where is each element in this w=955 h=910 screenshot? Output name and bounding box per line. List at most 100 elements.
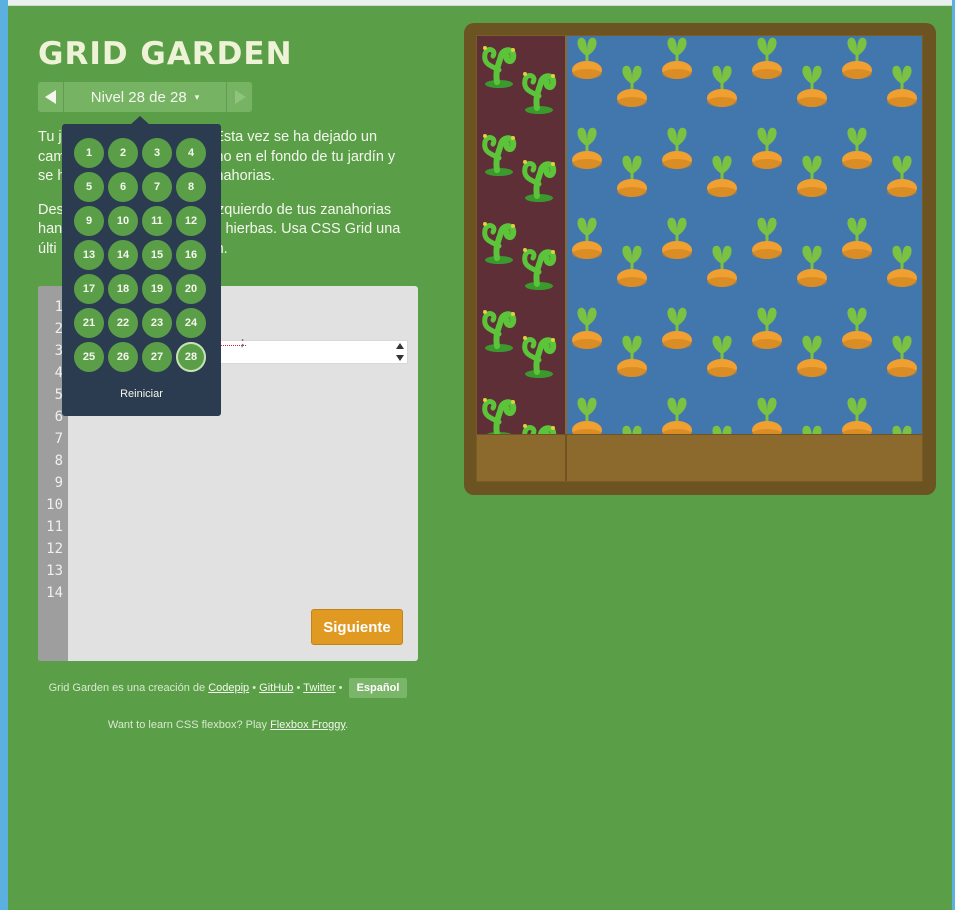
carrot-icon xyxy=(572,127,602,169)
carrot-tile xyxy=(657,216,697,267)
carrot-tile xyxy=(747,126,787,177)
line-number: 10 xyxy=(46,497,63,513)
carrot-tile xyxy=(612,424,652,434)
weeds-area xyxy=(477,36,565,434)
level-button[interactable]: 21 xyxy=(74,308,104,338)
carrot-icon xyxy=(842,397,872,434)
carrot-tile xyxy=(747,396,787,434)
level-button[interactable]: 1 xyxy=(74,138,104,168)
spinner-down-icon[interactable] xyxy=(396,355,404,361)
line-number: 11 xyxy=(46,519,63,535)
level-button[interactable]: 8 xyxy=(176,172,206,202)
weed-icon xyxy=(482,310,517,352)
flexbox-froggy-link[interactable]: Flexbox Froggy xyxy=(270,719,345,731)
carrot-icon xyxy=(842,217,872,259)
carrot-tile xyxy=(567,306,607,357)
language-button[interactable]: Español xyxy=(348,678,408,698)
carrot-tile xyxy=(567,396,607,434)
carrot-icon xyxy=(662,127,692,169)
carrot-icon xyxy=(707,65,737,107)
level-button[interactable]: 25 xyxy=(74,342,104,372)
carrot-icon xyxy=(662,217,692,259)
codepip-link[interactable]: Codepip xyxy=(208,682,249,694)
level-button[interactable]: 11 xyxy=(142,206,172,236)
carrot-tile xyxy=(567,216,607,267)
footer-promo: Want to learn CSS flexbox? Play Flexbox … xyxy=(38,719,418,731)
carrot-icon xyxy=(572,217,602,259)
instruction-text: ho en el fondo de tu jardín y xyxy=(215,148,396,165)
carrot-tile xyxy=(792,424,832,434)
carrot-icon xyxy=(662,397,692,434)
carrot-tile xyxy=(747,36,787,87)
level-button[interactable]: 3 xyxy=(142,138,172,168)
level-button[interactable]: 24 xyxy=(176,308,206,338)
instruction-text: últi xyxy=(38,240,57,257)
level-button[interactable]: 19 xyxy=(142,274,172,304)
weed-icon xyxy=(522,424,557,434)
level-button[interactable]: 26 xyxy=(108,342,138,372)
level-button[interactable]: 4 xyxy=(176,138,206,168)
twitter-link[interactable]: Twitter xyxy=(303,682,335,694)
carrot-tile xyxy=(747,216,787,267)
weed-tile xyxy=(477,212,521,269)
level-button[interactable]: 17 xyxy=(74,274,104,304)
level-button[interactable]: 16 xyxy=(176,240,206,270)
level-button[interactable]: 6 xyxy=(108,172,138,202)
soil-divider xyxy=(565,435,567,481)
weed-icon xyxy=(482,46,517,88)
footer-separator: • xyxy=(252,682,257,694)
carrot-tile xyxy=(612,154,652,205)
level-button[interactable]: 28 xyxy=(176,342,206,372)
reset-button[interactable]: Reiniciar xyxy=(62,388,221,400)
carrot-tile xyxy=(567,126,607,177)
carrot-icon xyxy=(797,335,827,377)
carrot-icon xyxy=(622,425,642,434)
weed-tile xyxy=(477,124,521,181)
weed-icon xyxy=(522,160,557,202)
weed-tile xyxy=(517,238,561,295)
footer-text: Grid Garden es una creación de xyxy=(48,682,206,694)
level-dropdown-menu: 1 2 3 4 5 6 7 8 9 10 11 12 13 14 15 16 17 18 19 20 21 22 23 24 2… xyxy=(62,116,221,416)
previous-level-button[interactable] xyxy=(38,82,64,112)
carrot-tile xyxy=(567,36,607,87)
level-button[interactable]: 14 xyxy=(108,240,138,270)
carrot-icon xyxy=(707,245,737,287)
weed-icon xyxy=(522,248,557,290)
input-spinner[interactable] xyxy=(396,343,404,361)
level-button[interactable]: 5 xyxy=(74,172,104,202)
level-button[interactable]: 23 xyxy=(142,308,172,338)
spinner-up-icon[interactable] xyxy=(396,343,404,349)
level-button[interactable]: 22 xyxy=(108,308,138,338)
next-level-button[interactable] xyxy=(226,82,252,112)
level-button[interactable]: 18 xyxy=(108,274,138,304)
line-number: 7 xyxy=(54,431,63,447)
carrot-tile xyxy=(792,334,832,385)
level-indicator-dropdown[interactable]: Nivel 28 de 28 ▾ xyxy=(64,89,226,106)
triangle-left-icon xyxy=(44,90,56,104)
carrot-tile xyxy=(882,64,922,115)
instruction-text: izquierdo de tus zanahorias xyxy=(213,201,392,218)
water-area xyxy=(567,36,922,434)
level-navigation: Nivel 28 de 28 ▾ xyxy=(38,82,252,112)
level-button[interactable]: 20 xyxy=(176,274,206,304)
level-button[interactable]: 9 xyxy=(74,206,104,236)
level-button[interactable]: 27 xyxy=(142,342,172,372)
carrot-tile xyxy=(882,424,922,434)
level-button[interactable]: 7 xyxy=(142,172,172,202)
weed-tile xyxy=(517,150,561,207)
carrot-tile xyxy=(702,334,742,385)
level-button[interactable]: 12 xyxy=(176,206,206,236)
level-button[interactable]: 2 xyxy=(108,138,138,168)
next-button[interactable]: Siguiente xyxy=(311,609,403,645)
level-button[interactable]: 10 xyxy=(108,206,138,236)
carrot-tile xyxy=(612,64,652,115)
github-link[interactable]: GitHub xyxy=(259,682,293,694)
level-button[interactable]: 15 xyxy=(142,240,172,270)
weed-tile xyxy=(517,326,561,383)
line-number: 8 xyxy=(54,453,63,469)
carrot-icon xyxy=(842,37,872,79)
level-button[interactable]: 13 xyxy=(74,240,104,270)
weed-tile xyxy=(477,388,521,434)
line-number: 12 xyxy=(46,541,63,557)
carrot-icon xyxy=(887,245,917,287)
